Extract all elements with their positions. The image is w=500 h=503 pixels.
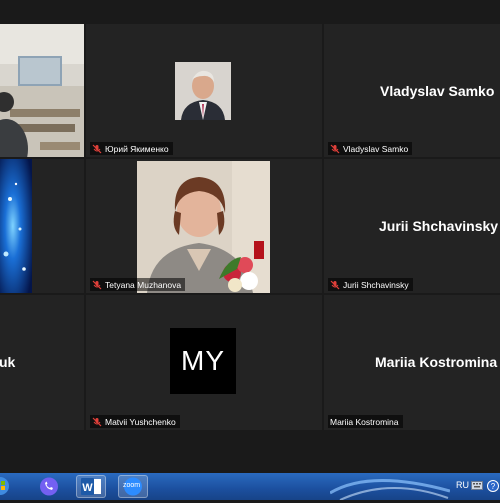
participant-photo <box>137 161 270 293</box>
muted-mic-icon <box>330 280 340 289</box>
participant-name: Matvii Yushchenko <box>105 416 176 427</box>
svg-text:W: W <box>82 482 93 494</box>
word-icon: W <box>81 478 101 495</box>
participant-name: Юрий Якименко <box>105 143 169 154</box>
viber-taskbar-button[interactable] <box>34 475 64 498</box>
zoom-gallery-view: Юрий Якименко Vladyslav Samko Vladyslav … <box>0 0 500 473</box>
participant-display-name: Mariia Kostromina <box>375 354 498 370</box>
keyboard-icon[interactable] <box>471 481 483 491</box>
windows-orb-icon <box>0 477 9 495</box>
participant-video-feed <box>0 159 32 293</box>
zoom-app-label: zoom <box>123 482 141 489</box>
participant-name: Vladyslav Samko <box>343 143 409 154</box>
participant-tile-yuri[interactable]: Юрий Якименко <box>86 24 322 157</box>
participant-nameplate: Matvii Yushchenko <box>90 415 180 428</box>
participant-name: Tetyana Muzhanova <box>105 279 182 290</box>
top-strip <box>0 0 500 22</box>
participant-tile-mariia[interactable]: Mariia Kostromina Mariia Kostromina <box>324 295 500 430</box>
participant-tile-samko[interactable]: Vladyslav Samko Vladyslav Samko <box>324 24 500 157</box>
participant-name: Jurii Shchavinsky <box>343 279 409 290</box>
start-button[interactable] <box>0 475 24 498</box>
participant-tile-matvii[interactable]: MY Matvii Yushchenko <box>86 295 322 430</box>
muted-mic-icon <box>92 417 102 426</box>
participant-display-name: Vladyslav Samko <box>380 83 495 99</box>
taskbar-wave-graphic <box>330 479 450 500</box>
participant-nameplate: Tetyana Muzhanova <box>90 278 186 291</box>
muted-mic-icon <box>92 144 102 153</box>
svg-text:?: ? <box>491 482 496 491</box>
participant-initials-avatar: MY <box>170 328 236 394</box>
self-video-feed <box>0 24 84 157</box>
participant-nameplate: Jurii Shchavinsky <box>328 278 413 291</box>
language-indicator[interactable]: RU <box>456 480 469 490</box>
participant-name: Mariia Kostromina <box>330 416 399 427</box>
participant-nameplate: Mariia Kostromina <box>328 415 403 428</box>
participant-tile-tetyana[interactable]: Tetyana Muzhanova <box>86 159 322 293</box>
participant-tile-blue[interactable] <box>0 159 84 293</box>
participant-tile-self[interactable] <box>0 24 84 157</box>
windows-taskbar: W zoom RU ? <box>0 473 500 500</box>
participant-nameplate: Юрий Якименко <box>90 142 173 155</box>
word-taskbar-button[interactable]: W <box>76 475 106 498</box>
participant-display-name: uk <box>0 354 16 370</box>
participant-nameplate: Vladyslav Samko <box>328 142 413 155</box>
muted-mic-icon <box>92 280 102 289</box>
participant-display-name: Jurii Shchavinsky <box>379 218 499 234</box>
zoom-taskbar-button[interactable]: zoom <box>118 475 148 498</box>
participant-photo <box>175 62 231 120</box>
viber-icon <box>40 477 58 496</box>
muted-mic-icon <box>330 144 340 153</box>
help-icon[interactable]: ? <box>487 480 499 492</box>
participant-tile-jurii[interactable]: Jurii Shchavinsky Jurii Shchavinsky <box>324 159 500 293</box>
participant-tile-uk[interactable]: uk <box>0 295 84 430</box>
